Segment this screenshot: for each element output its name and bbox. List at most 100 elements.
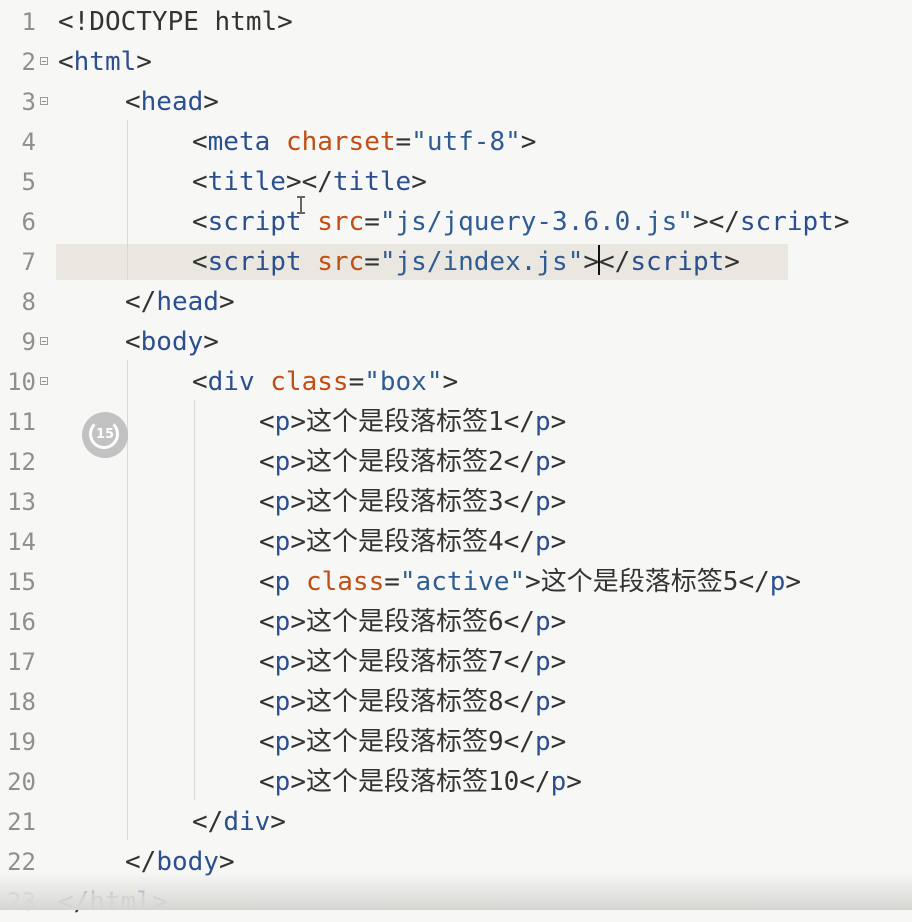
tag-name: p bbox=[534, 407, 551, 437]
code-punct: >这个是段落标签4</ bbox=[290, 527, 535, 557]
code-line[interactable]: 6 <script src="js/jquery-3.6.0.js"></scri… bbox=[0, 202, 912, 242]
code-text: <!DOCTYPE html> bbox=[58, 2, 293, 42]
code-punct: < bbox=[192, 127, 208, 157]
code-punct: >这个是段落标签5</ bbox=[525, 567, 770, 597]
code-line[interactable]: 4 <meta charset="utf-8"> bbox=[0, 122, 912, 162]
tag-name: p bbox=[534, 727, 551, 757]
code-line[interactable]: 18 <p>这个是段落标签8</p> bbox=[0, 682, 912, 722]
code-line[interactable]: 11 <p>这个是段落标签1</p> bbox=[0, 402, 912, 442]
tag-name: title bbox=[332, 167, 412, 197]
fold-toggle-icon[interactable] bbox=[40, 377, 48, 385]
i-beam-cursor-icon bbox=[297, 196, 305, 214]
code-text: </html> bbox=[58, 882, 168, 922]
tag-name: p bbox=[534, 527, 551, 557]
code-line[interactable]: 20 <p>这个是段落标签10</p> bbox=[0, 762, 912, 802]
replay-label: 15 bbox=[95, 427, 115, 442]
code-line[interactable]: 10 <div class="box"> bbox=[0, 362, 912, 402]
tag-name: p bbox=[274, 487, 291, 517]
code-text: <script src="js/jquery-3.6.0.js"></scrip… bbox=[192, 202, 849, 242]
code-text: <head> bbox=[125, 82, 219, 122]
tag-name: title bbox=[207, 167, 286, 197]
line-number: 19 bbox=[7, 728, 36, 756]
code-punct: < bbox=[259, 727, 275, 757]
line-number: 6 bbox=[21, 208, 36, 236]
code-punct: > bbox=[270, 807, 286, 837]
tag-name: body bbox=[156, 847, 219, 877]
code-punct: > bbox=[203, 87, 219, 117]
line-number: 16 bbox=[7, 608, 36, 636]
code-text: <p>这个是段落标签9</p> bbox=[259, 722, 566, 762]
code-punct: >这个是段落标签7</ bbox=[290, 647, 535, 677]
line-number: 18 bbox=[7, 688, 36, 716]
code-line[interactable]: 17 <p>这个是段落标签7</p> bbox=[0, 642, 912, 682]
code-punct: > bbox=[550, 407, 567, 437]
code-punct: < bbox=[192, 167, 208, 197]
tag-name: p bbox=[534, 647, 551, 677]
code-punct: >这个是段落标签9</ bbox=[290, 727, 535, 757]
code-line[interactable]: 1 <!DOCTYPE html> bbox=[0, 2, 912, 42]
code-punct: < bbox=[192, 207, 208, 237]
tag-name: p bbox=[274, 447, 291, 477]
line-number: 9 bbox=[21, 328, 36, 356]
code-line[interactable]: 8 </head> bbox=[0, 282, 912, 322]
code-punct bbox=[290, 567, 306, 597]
code-text: </div> bbox=[192, 802, 286, 842]
code-punct bbox=[302, 247, 318, 277]
code-line[interactable]: 5 <title></title> bbox=[0, 162, 912, 202]
code-line[interactable]: 9 <body> bbox=[0, 322, 912, 362]
tag-name: p bbox=[769, 567, 786, 597]
code-punct: > bbox=[724, 247, 740, 277]
code-line[interactable]: 7 <script src="js/index.js"></script> bbox=[0, 242, 912, 282]
code-punct: < bbox=[58, 47, 74, 77]
fold-toggle-icon[interactable] bbox=[40, 337, 48, 345]
replay-icon[interactable]: 15 bbox=[82, 412, 128, 458]
code-punct: > bbox=[550, 607, 567, 637]
code-punct: > bbox=[785, 567, 802, 597]
code-punct: < bbox=[125, 327, 141, 357]
code-text: <body> bbox=[125, 322, 219, 362]
code-punct: > bbox=[218, 287, 235, 317]
tag-name: script bbox=[630, 247, 725, 277]
tag-name: script bbox=[207, 207, 302, 237]
tag-name: html bbox=[89, 887, 152, 917]
code-line[interactable]: 12 <p>这个是段落标签2</p> bbox=[0, 442, 912, 482]
attribute-value: "box" bbox=[364, 367, 443, 397]
code-line[interactable]: 13 <p>这个是段落标签3</p> bbox=[0, 482, 912, 522]
code-punct: >这个是段落标签1</ bbox=[290, 407, 535, 437]
fold-toggle-icon[interactable] bbox=[40, 57, 48, 65]
code-punct: >这个是段落标签8</ bbox=[290, 687, 535, 717]
code-line[interactable]: 2 <html> bbox=[0, 42, 912, 82]
code-line[interactable]: 21 </div> bbox=[0, 802, 912, 842]
fold-toggle-icon[interactable] bbox=[40, 97, 48, 105]
code-line[interactable]: 14 <p>这个是段落标签4</p> bbox=[0, 522, 912, 562]
code-punct: </ bbox=[125, 287, 157, 317]
code-punct: > bbox=[550, 527, 567, 557]
code-punct: > bbox=[520, 127, 537, 157]
tag-name: p bbox=[274, 407, 291, 437]
code-punct: < bbox=[192, 247, 208, 277]
code-line[interactable]: 23 </html> bbox=[0, 882, 912, 922]
code-line[interactable]: 19 <p>这个是段落标签9</p> bbox=[0, 722, 912, 762]
attribute-name: class bbox=[270, 367, 349, 397]
code-editor[interactable]: 1 <!DOCTYPE html> 2 <html> 3 <head> 4 <meta cha… bbox=[0, 0, 912, 917]
code-line[interactable]: 3 <head> bbox=[0, 82, 912, 122]
code-line[interactable]: 15 <p class="active">这个是段落标签5</p> bbox=[0, 562, 912, 602]
code-punct: < bbox=[259, 767, 275, 797]
tag-name: head bbox=[156, 287, 219, 317]
line-number: 13 bbox=[7, 488, 36, 516]
line-number: 5 bbox=[21, 168, 36, 196]
code-line[interactable]: 16 <p>这个是段落标签6</p> bbox=[0, 602, 912, 642]
tag-name: p bbox=[274, 527, 291, 557]
code-punct: </ bbox=[192, 807, 224, 837]
code-punct: <!DOCTYPE html> bbox=[58, 7, 293, 37]
text-caret bbox=[598, 245, 600, 275]
code-punct bbox=[255, 367, 271, 397]
attribute-value: "utf-8" bbox=[411, 127, 521, 157]
tag-name: p bbox=[274, 567, 291, 597]
line-number: 8 bbox=[21, 288, 36, 316]
code-punct: > bbox=[411, 167, 427, 197]
code-punct: ></ bbox=[285, 167, 333, 197]
code-line[interactable]: 22 </body> bbox=[0, 842, 912, 882]
code-punct: >这个是段落标签10</ bbox=[290, 767, 551, 797]
line-number: 15 bbox=[7, 568, 36, 596]
